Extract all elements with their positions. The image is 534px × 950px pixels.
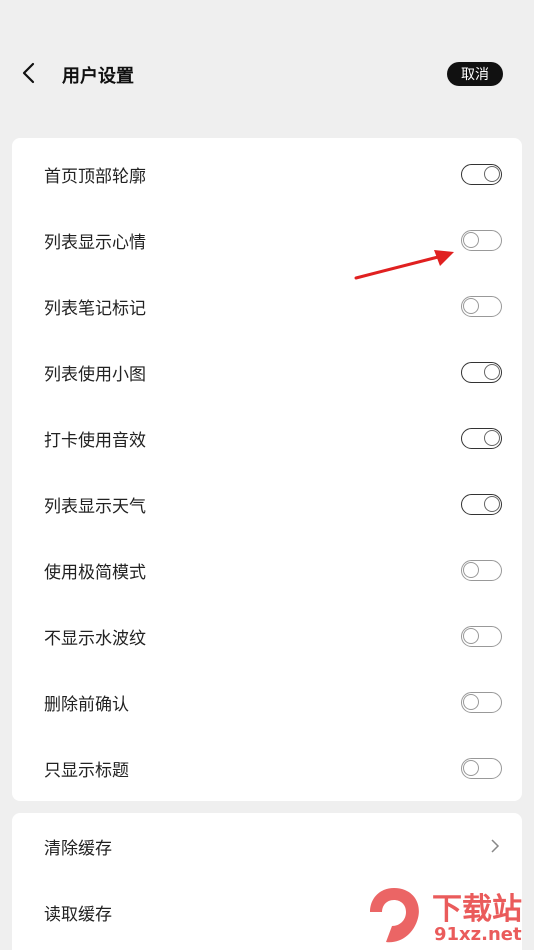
setting-label: 列表笔记标记 [44, 298, 146, 319]
back-button[interactable] [14, 58, 44, 88]
settings-card: 首页顶部轮廓 列表显示心情 列表笔记标记 列表使用小图 打卡使用音效 列表显示天气 使用极简… [12, 138, 522, 801]
toggle-knob [484, 495, 500, 512]
clear-cache-row[interactable]: 清除缓存 [12, 813, 522, 879]
watermark-text-url: 91xz.net [434, 924, 522, 945]
setting-toggle[interactable] [461, 691, 502, 713]
setting-label: 首页顶部轮廓 [44, 166, 146, 187]
setting-label: 列表使用小图 [44, 364, 146, 385]
setting-row: 列表显示天气 [12, 471, 522, 537]
setting-toggle[interactable] [461, 559, 502, 581]
page-title: 用户设置 [62, 66, 134, 87]
chevron-right-icon [491, 839, 500, 853]
setting-label: 只显示标题 [44, 760, 129, 781]
setting-row: 使用极简模式 [12, 537, 522, 603]
setting-toggle[interactable] [461, 295, 502, 317]
watermark-badge-icon [370, 888, 419, 943]
red-arrow-annotation [354, 250, 454, 280]
setting-label: 使用极简模式 [44, 562, 146, 583]
setting-toggle[interactable] [461, 361, 502, 383]
toggle-knob [484, 165, 500, 182]
setting-toggle[interactable] [461, 625, 502, 647]
setting-label: 删除前确认 [44, 694, 129, 715]
app-header: 用户设置 取消 [0, 44, 534, 104]
setting-row: 列表使用小图 [12, 339, 522, 405]
setting-label: 打卡使用音效 [44, 430, 146, 451]
toggle-knob [463, 627, 479, 644]
setting-label: 列表显示天气 [44, 496, 146, 517]
setting-label: 列表显示心情 [44, 232, 146, 253]
toggle-knob [463, 693, 479, 710]
watermark-text-cn: 下载站 [432, 892, 522, 927]
setting-row: 打卡使用音效 [12, 405, 522, 471]
toggle-knob [484, 429, 500, 446]
read-cache-label: 读取缓存 [44, 904, 112, 925]
toggle-knob [463, 759, 479, 776]
toggle-knob [463, 231, 479, 248]
setting-toggle[interactable] [461, 427, 502, 449]
toggle-knob [484, 363, 500, 380]
setting-row: 只显示标题 [12, 735, 522, 801]
chevron-left-icon [22, 62, 35, 84]
cancel-button[interactable]: 取消 [447, 62, 503, 86]
setting-toggle[interactable] [461, 493, 502, 515]
setting-row: 首页顶部轮廓 [12, 141, 522, 207]
toggle-knob [463, 561, 479, 578]
toggle-knob [463, 297, 479, 314]
setting-toggle[interactable] [461, 163, 502, 185]
setting-toggle[interactable] [461, 229, 502, 251]
watermark-logo: 下载站 91xz.net [362, 884, 532, 948]
setting-toggle[interactable] [461, 757, 502, 779]
clear-cache-label: 清除缓存 [44, 838, 112, 859]
setting-row: 不显示水波纹 [12, 603, 522, 669]
setting-label: 不显示水波纹 [44, 628, 146, 649]
setting-row: 删除前确认 [12, 669, 522, 735]
